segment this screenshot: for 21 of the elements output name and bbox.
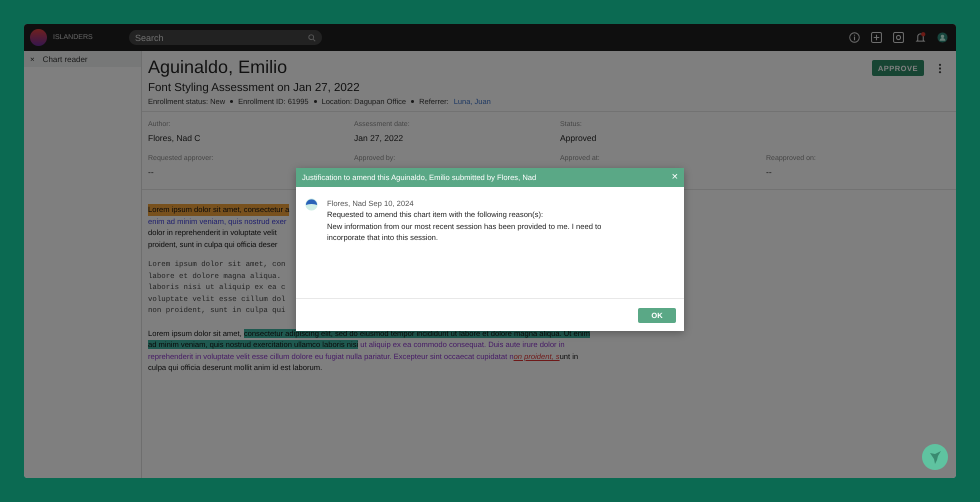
more-icon[interactable] [938,63,942,74]
info-icon[interactable] [849,32,860,43]
close-icon[interactable]: × [30,54,35,64]
search-field[interactable]: Search [129,30,322,45]
record-name: Aguinaldo, Emilio [148,57,288,78]
assessment-title: Font Styling Assessment on Jan 27, 2022 [148,82,361,94]
field-value: Jan 27, 2022 [354,133,404,143]
field-value: -- [766,167,773,177]
logo-icon [30,29,47,46]
search-icon [308,34,316,42]
add-icon[interactable] [871,32,882,43]
field-value: -- [148,167,155,177]
close-button[interactable]: × [672,172,678,183]
bell-icon[interactable] [915,32,926,43]
sidebar-title: Chart reader [42,54,88,64]
field-value: Approved [560,133,598,143]
avatar-icon [305,198,318,211]
avatar-icon[interactable] [937,32,948,43]
settings-icon[interactable] [893,32,904,43]
field-value: Flores, Nad C [148,133,202,143]
sidebar-item[interactable]: × Chart reader [24,51,141,67]
